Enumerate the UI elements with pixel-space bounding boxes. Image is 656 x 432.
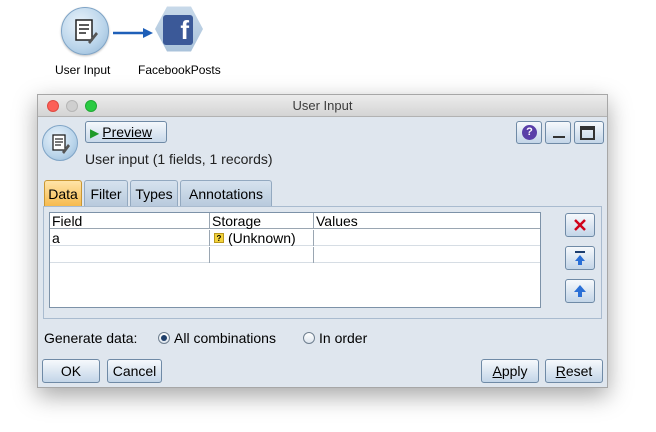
column-header-values[interactable]: Values — [314, 213, 540, 229]
storage-cell[interactable] — [210, 247, 314, 263]
data-tab-panel: Field Storage Values a ? (Unknown) — [43, 206, 602, 319]
node-summary: User input (1 fields, 1 records) — [85, 151, 273, 167]
apply-button[interactable]: Apply — [481, 359, 539, 383]
fields-table[interactable]: Field Storage Values a ? (Unknown) — [49, 212, 541, 308]
tab-types[interactable]: Types — [130, 180, 178, 207]
minimize-icon — [553, 136, 565, 138]
tab-annotations[interactable]: Annotations — [180, 180, 272, 207]
move-to-top-button[interactable] — [565, 246, 595, 270]
minimize-dialog-button[interactable] — [545, 121, 571, 144]
table-row[interactable]: a ? (Unknown) — [50, 230, 540, 246]
preview-button[interactable]: ▶ Preview — [85, 121, 167, 143]
table-header-row: Field Storage Values — [50, 213, 540, 229]
table-row-empty[interactable] — [50, 247, 540, 263]
user-input-node-label: User Input — [55, 63, 111, 77]
move-up-button[interactable] — [565, 279, 595, 303]
ok-button[interactable]: OK — [42, 359, 100, 383]
in-order-label[interactable]: In order — [319, 330, 367, 346]
field-cell[interactable] — [50, 247, 210, 263]
title-bar[interactable]: User Input — [38, 95, 607, 117]
column-header-storage[interactable]: Storage — [210, 213, 314, 229]
reset-button[interactable]: Reset — [545, 359, 603, 383]
preview-button-label: Preview — [102, 124, 153, 140]
user-input-dialog: User Input ▶ Preview User input (1 fields… — [37, 94, 608, 388]
connector-arrow — [113, 28, 153, 38]
play-icon: ▶ — [90, 126, 100, 140]
column-header-field[interactable]: Field — [50, 213, 210, 229]
values-cell[interactable] — [314, 230, 540, 246]
user-input-icon — [61, 7, 109, 55]
tab-filter[interactable]: Filter — [84, 180, 128, 207]
facebook-icon: f — [163, 15, 193, 45]
delete-field-button[interactable] — [565, 213, 595, 237]
storage-value: (Unknown) — [228, 230, 296, 246]
move-up-icon — [574, 285, 586, 297]
help-icon: ? — [522, 125, 537, 140]
help-button[interactable]: ? — [516, 121, 542, 144]
maximize-dialog-button[interactable] — [574, 121, 604, 144]
all-combinations-label[interactable]: All combinations — [174, 330, 276, 346]
cancel-button[interactable]: Cancel — [107, 359, 162, 383]
user-input-header-icon — [42, 125, 78, 161]
tab-data[interactable]: Data — [44, 180, 82, 207]
radio-all-combinations[interactable] — [158, 332, 170, 344]
values-cell[interactable] — [314, 247, 540, 263]
delete-icon — [574, 219, 586, 231]
unknown-storage-icon: ? — [214, 233, 224, 244]
storage-cell[interactable]: ? (Unknown) — [210, 230, 314, 246]
field-cell[interactable]: a — [50, 230, 210, 246]
radio-in-order[interactable] — [303, 332, 315, 344]
generate-data-label: Generate data: — [44, 330, 138, 346]
window-title: User Input — [292, 98, 353, 113]
facebook-posts-node-label: FacebookPosts — [138, 63, 221, 77]
move-to-top-icon — [575, 251, 585, 265]
maximize-icon — [580, 126, 595, 140]
